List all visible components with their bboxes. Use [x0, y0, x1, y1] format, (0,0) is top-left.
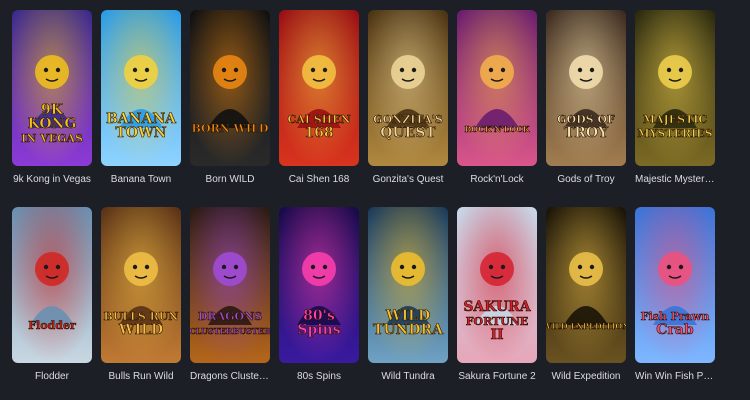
game-tile[interactable]: GODS OF TROY Gods of Troy	[546, 10, 626, 186]
game-thumbnail[interactable]: BULLS RUN WILD	[101, 207, 181, 363]
game-title[interactable]: Dragons Clusterbu...	[190, 371, 270, 383]
game-thumbnail[interactable]: GONZITA'S QUEST	[368, 10, 448, 166]
game-title[interactable]: Gonzita's Quest	[368, 174, 448, 186]
game-thumbnail[interactable]: WILD TUNDRA	[368, 207, 448, 363]
game-art-title: Crab	[656, 322, 694, 338]
game-grid: 9K KONG IN VEGAS 9k Kong in Vegas BANANA TOWN…	[12, 10, 740, 383]
game-title[interactable]: Wild Tundra	[368, 371, 448, 383]
game-title[interactable]: 80s Spins	[279, 371, 359, 383]
game-thumbnail[interactable]: WILD EXPEDITION	[546, 207, 626, 363]
game-art-title: KONG	[28, 116, 77, 132]
game-tile[interactable]: 9K KONG IN VEGAS 9k Kong in Vegas	[12, 10, 92, 186]
game-art-title: TUNDRA	[373, 322, 444, 338]
game-title[interactable]: Majestic Mysterie...	[635, 174, 715, 186]
game-art-title: TOWN	[115, 125, 166, 141]
game-title[interactable]: Bulls Run Wild	[101, 371, 181, 383]
game-art-title: TROY	[564, 125, 609, 141]
game-tile[interactable]: ROCK'N'LOCK Rock'n'Lock	[457, 10, 537, 186]
game-art-title: Spins	[297, 322, 340, 338]
game-thumbnail[interactable]: ROCK'N'LOCK	[457, 10, 537, 166]
game-art-title: ROCK'N'LOCK	[464, 124, 530, 134]
game-tile[interactable]: SAKURA FORTUNE II Sakura Fortune 2	[457, 207, 537, 383]
game-thumbnail[interactable]: GODS OF TROY	[546, 10, 626, 166]
game-tile[interactable]: Fish PrawnCrab Win Win Fish Praw...	[635, 207, 715, 383]
game-art-title: CLUSTERBUSTER	[190, 326, 270, 336]
game-title[interactable]: Flodder	[12, 371, 92, 383]
game-thumbnail[interactable]: 80's Spins	[279, 207, 359, 363]
game-thumbnail[interactable]: Fish Prawn Crab	[635, 207, 715, 363]
game-tile[interactable]: BULLS RUN WILD Bulls Run Wild	[101, 207, 181, 383]
game-thumbnail[interactable]: DRAGONS CLUSTERBUSTER	[190, 207, 270, 363]
game-title[interactable]: Wild Expedition	[546, 371, 626, 383]
game-thumbnail[interactable]: BORN WILD	[190, 10, 270, 166]
game-title[interactable]: 9k Kong in Vegas	[12, 174, 92, 186]
game-thumbnail[interactable]: SAKURA FORTUNE II	[457, 207, 537, 363]
game-title[interactable]: Sakura Fortune 2	[457, 371, 537, 383]
game-art-title: 168	[304, 125, 333, 141]
game-art-title: SAKURA	[463, 299, 531, 315]
game-thumbnail[interactable]: Flodder	[12, 207, 92, 363]
game-art-title: DRAGONS	[198, 310, 262, 323]
game-tile[interactable]: GONZITA'S QUEST Gonzita's Quest	[368, 10, 448, 186]
game-tile[interactable]: Flodder Flodder	[12, 207, 92, 383]
game-title[interactable]: Gods of Troy	[546, 174, 626, 186]
game-art-title: IN VEGAS	[21, 132, 83, 145]
game-thumbnail[interactable]: CAI SHEN 168	[279, 10, 359, 166]
game-tile[interactable]: 80's Spins 80s Spins	[279, 207, 359, 383]
game-tile[interactable]: CAI SHEN 168 Cai Shen 168	[279, 10, 359, 186]
game-thumbnail[interactable]: MAJESTIC MYSTERIES	[635, 10, 715, 166]
game-art-title: II	[490, 327, 503, 343]
game-tile[interactable]: MAJESTIC MYSTERIES Majestic Mysterie...	[635, 10, 715, 186]
game-art-title: BORN WILD	[192, 122, 269, 135]
game-art-title: WILD EXPEDITION	[546, 321, 626, 331]
game-tile[interactable]: WILD EXPEDITION Wild Expedition	[546, 207, 626, 383]
game-thumbnail[interactable]: 9K KONG IN VEGAS	[12, 10, 92, 166]
game-tile[interactable]: WILD TUNDRA Wild Tundra	[368, 207, 448, 383]
game-title[interactable]: Rock'n'Lock	[457, 174, 537, 186]
game-title[interactable]: Banana Town	[101, 174, 181, 186]
game-art-title: Flodder	[28, 319, 76, 332]
game-tile[interactable]: DRAGONS CLUSTERBUSTER Dragons Clusterbu...	[190, 207, 270, 383]
game-tile[interactable]: BORN WILD Born WILD	[190, 10, 270, 186]
game-art-title: MAJESTIC	[643, 113, 708, 126]
game-title[interactable]: Win Win Fish Praw...	[635, 371, 715, 383]
game-tile[interactable]: BANANA TOWN Banana Town	[101, 10, 181, 186]
game-title[interactable]: Cai Shen 168	[279, 174, 359, 186]
game-title[interactable]: Born WILD	[190, 174, 270, 186]
game-art-title: QUEST	[380, 125, 436, 141]
game-thumbnail[interactable]: BANANA TOWN	[101, 10, 181, 166]
game-art-title: WILD	[118, 322, 163, 338]
game-art-title: MYSTERIES	[637, 127, 712, 140]
